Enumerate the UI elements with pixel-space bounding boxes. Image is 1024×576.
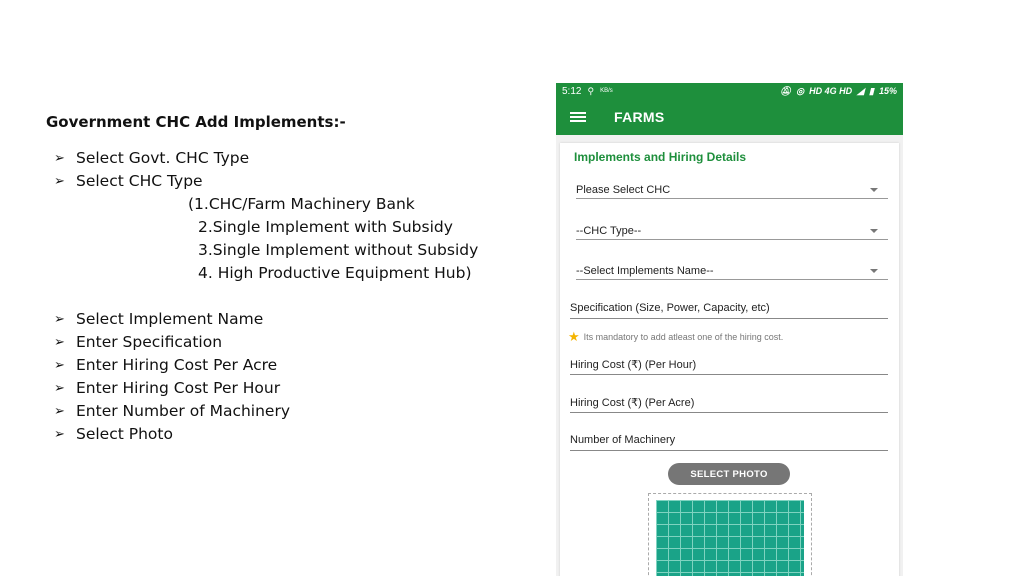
star-icon: ★ — [568, 329, 580, 344]
arrow-bullet-icon: ➢ — [54, 335, 65, 350]
hiring-cost-hour-field[interactable]: Hiring Cost (₹) (Per Hour) — [570, 358, 888, 375]
chc-type-option: 4. High Productive Equipment Hub) — [198, 264, 472, 282]
slide-title: Government CHC Add Implements:- — [46, 113, 346, 131]
menu-icon[interactable] — [570, 112, 586, 122]
dropdown-arrow-icon — [870, 229, 878, 233]
arrow-bullet-icon: ➢ — [54, 151, 65, 166]
list-item: ➢ Select Photo — [54, 423, 334, 446]
dropdown-arrow-icon — [870, 269, 878, 273]
chc-type-select-value: --CHC Type-- — [576, 225, 642, 237]
chc-type-option: (1.CHC/Farm Machinery Bank — [188, 195, 415, 213]
steps-list: ➢ Select Govt. CHC Type ➢ Select CHC Typ… — [54, 147, 478, 446]
app-title: FARMS — [614, 109, 665, 125]
list-item: ➢ Enter Specification — [54, 331, 334, 354]
battery-level: 15% — [878, 86, 897, 96]
usb-icon: ⚲ — [587, 85, 595, 96]
phone-screenshot: 5:12 ⚲ KB/s 🔕︎ ◎ HD 4G HD ◢ ▮ 15% FARMS … — [556, 83, 903, 576]
form-card: Implements and Hiring Details Please Sel… — [560, 143, 899, 576]
hotspot-icon: ◎ — [796, 85, 805, 96]
arrow-bullet-icon: ➢ — [54, 358, 65, 373]
chc-type-option: 3.Single Implement without Subsidy — [198, 241, 479, 259]
chc-select[interactable]: Please Select CHC — [576, 182, 888, 199]
mandatory-note: ★ Its mandatory to add atleast one of th… — [568, 329, 783, 345]
mute-icon: 🔕︎ — [779, 85, 792, 96]
select-photo-button[interactable]: SELECT PHOTO — [668, 463, 790, 485]
chc-select-value: Please Select CHC — [576, 184, 671, 196]
list-item: ➢ Enter Number of Machinery — [54, 400, 334, 423]
specification-field[interactable]: Specification (Size, Power, Capacity, et… — [570, 302, 888, 319]
arrow-bullet-icon: ➢ — [54, 427, 65, 442]
status-time: 5:12 — [562, 85, 582, 97]
arrow-bullet-icon: ➢ — [54, 174, 65, 189]
implements-select-value: --Select Implements Name-- — [576, 265, 714, 277]
battery-icon: ▮ — [869, 85, 874, 96]
arrow-bullet-icon: ➢ — [54, 381, 65, 396]
step-text: Select Photo — [76, 425, 173, 443]
step-text: Enter Number of Machinery — [76, 402, 291, 420]
step-text: Enter Specification — [76, 333, 223, 351]
form-heading: Implements and Hiring Details — [574, 150, 747, 164]
implements-select[interactable]: --Select Implements Name-- — [576, 263, 888, 280]
list-item: ➢ Select Implement Name — [54, 308, 334, 331]
list-item: ➢ Select CHC Type — [54, 170, 334, 193]
network-indicators: HD 4G HD — [809, 86, 853, 96]
step-text: Select CHC Type — [76, 172, 203, 190]
signal-icon: ◢ — [857, 85, 865, 96]
step-text: Select Implement Name — [76, 310, 264, 328]
app-bar: FARMS — [556, 99, 903, 135]
chc-type-option: 2.Single Implement with Subsidy — [198, 218, 453, 236]
machinery-count-field[interactable]: Number of Machinery — [570, 434, 888, 451]
dropdown-arrow-icon — [870, 188, 878, 192]
list-item: ➢ Enter Hiring Cost Per Hour — [54, 377, 334, 400]
arrow-bullet-icon: ➢ — [54, 312, 65, 327]
step-text: Select Govt. CHC Type — [76, 149, 250, 167]
arrow-bullet-icon: ➢ — [54, 404, 65, 419]
hiring-cost-acre-field[interactable]: Hiring Cost (₹) (Per Acre) — [570, 396, 888, 413]
photo-preview-frame — [648, 493, 812, 576]
status-bar: 5:12 ⚲ KB/s 🔕︎ ◎ HD 4G HD ◢ ▮ 15% — [556, 83, 903, 99]
photo-preview — [656, 500, 804, 576]
net-speed: KB/s — [600, 88, 613, 94]
step-text: Enter Hiring Cost Per Acre — [76, 356, 278, 374]
list-item: ➢ Enter Hiring Cost Per Acre — [54, 354, 334, 377]
step-text: Enter Hiring Cost Per Hour — [76, 379, 281, 397]
mandatory-note-text: Its mandatory to add atleast one of the … — [583, 332, 784, 342]
list-item: ➢ Select Govt. CHC Type — [54, 147, 334, 170]
chc-type-select[interactable]: --CHC Type-- — [576, 223, 888, 240]
